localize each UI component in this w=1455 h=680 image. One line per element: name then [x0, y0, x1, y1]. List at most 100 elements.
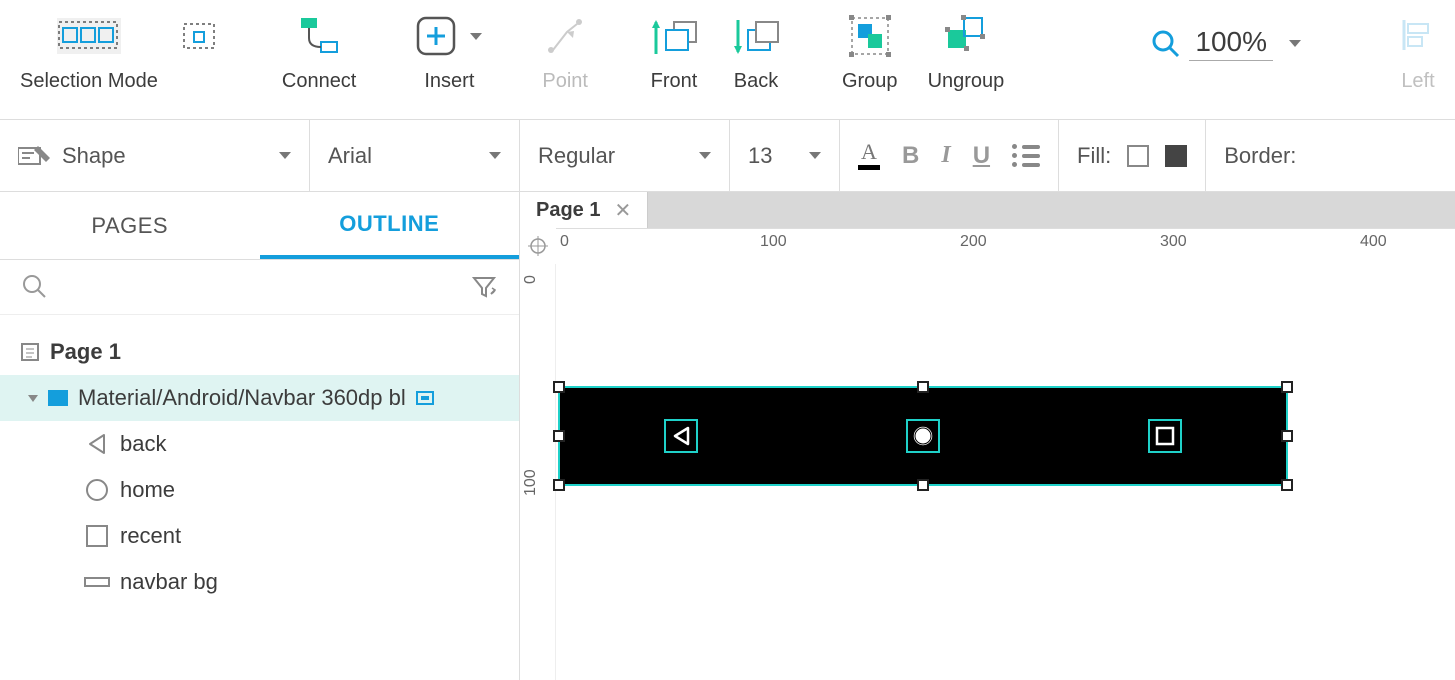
close-icon[interactable]: ✕: [614, 198, 631, 223]
chevron-down-icon: [809, 152, 821, 159]
insert-icon: [416, 16, 456, 56]
resize-handle[interactable]: [553, 381, 565, 393]
outline-recent-label: recent: [120, 523, 181, 549]
selection-mode-button[interactable]: Selection Mode: [20, 8, 158, 93]
back-label: Back: [734, 70, 778, 93]
shape-dropdown[interactable]: Shape: [0, 120, 310, 191]
resize-handle[interactable]: [553, 479, 565, 491]
resize-handle[interactable]: [1281, 479, 1293, 491]
outline-back-label: back: [120, 431, 166, 457]
outline-navbarbg-row[interactable]: navbar bg: [0, 559, 519, 605]
back-icon: [730, 14, 782, 58]
collapse-icon[interactable]: [28, 395, 38, 402]
selection-single-button[interactable]: [178, 8, 222, 93]
resize-handle[interactable]: [1281, 381, 1293, 393]
front-icon: [648, 14, 700, 58]
canvas-tab[interactable]: Page 1 ✕: [520, 192, 648, 228]
navbar-component[interactable]: [560, 388, 1286, 484]
fill-none-swatch[interactable]: [1127, 145, 1149, 167]
outline-component-row[interactable]: Material/Android/Navbar 360dp bl: [0, 375, 519, 421]
list-button[interactable]: [1012, 144, 1040, 167]
group-icon: [848, 14, 892, 58]
canvas-stage[interactable]: [556, 264, 1455, 680]
group-label: Group: [842, 70, 898, 93]
outline-component-label: Material/Android/Navbar 360dp bl: [78, 385, 406, 411]
outline-tab[interactable]: OUTLINE: [260, 192, 520, 259]
outline-back-row[interactable]: back: [0, 421, 519, 467]
point-button: Point: [542, 8, 588, 93]
connect-label: Connect: [282, 70, 357, 93]
front-button[interactable]: Front: [648, 8, 700, 93]
border-group: Border:: [1206, 120, 1314, 191]
border-label: Border:: [1224, 143, 1296, 169]
canvas-area: Page 1 ✕ 0 100 200 300 400 0 100: [520, 192, 1455, 680]
navbar-back-icon[interactable]: [666, 421, 696, 451]
outline-tree: Page 1 Material/Android/Navbar 360dp bl …: [0, 315, 519, 619]
folder-icon: [48, 390, 68, 406]
outline-page-row[interactable]: Page 1: [0, 329, 519, 375]
chevron-down-icon: [699, 152, 711, 159]
ungroup-icon: [942, 14, 990, 58]
ruler-v-tick: 100: [522, 469, 540, 496]
filter-icon[interactable]: [471, 274, 497, 300]
align-left-icon: [1401, 18, 1435, 52]
outline-recent-row[interactable]: recent: [0, 513, 519, 559]
front-label: Front: [651, 70, 698, 93]
canvas-tabbar: Page 1 ✕: [520, 192, 1455, 228]
chevron-down-icon: [279, 152, 291, 159]
ungroup-label: Ungroup: [928, 70, 1005, 93]
insert-label: Insert: [424, 70, 474, 93]
bold-button[interactable]: B: [902, 142, 919, 170]
weight-dropdown[interactable]: Regular: [520, 120, 730, 191]
point-icon: [543, 14, 587, 58]
italic-button[interactable]: I: [941, 142, 950, 169]
align-left-label: Left: [1401, 70, 1434, 93]
side-panel: PAGES OUTLINE Page 1 Material/Android/Na…: [0, 192, 520, 680]
ruler-origin-icon[interactable]: [520, 228, 556, 264]
back-button[interactable]: Back: [730, 8, 782, 93]
navbar-recent-icon[interactable]: [1150, 421, 1180, 451]
chevron-down-icon: [489, 152, 501, 159]
main-toolbar: Selection Mode Connect: [0, 0, 1455, 120]
navbar-home-icon[interactable]: [908, 421, 938, 451]
resize-handle[interactable]: [917, 381, 929, 393]
ruler-v-tick: 0: [522, 275, 540, 284]
ruler-h-tick: 300: [1160, 233, 1187, 251]
zoom-value[interactable]: 100%: [1189, 26, 1273, 61]
property-bar: Shape Arial Regular 13 A B I U Fill: Bor…: [0, 120, 1455, 192]
canvas-tab-label: Page 1: [536, 199, 600, 222]
circle-home-icon: [84, 477, 110, 503]
pages-tab[interactable]: PAGES: [0, 192, 260, 259]
size-label: 13: [748, 143, 772, 169]
horizontal-ruler[interactable]: 0 100 200 300 400: [556, 228, 1455, 264]
resize-handle[interactable]: [553, 430, 565, 442]
outline-home-label: home: [120, 477, 175, 503]
text-style-group: A B I U: [840, 120, 1059, 191]
ruler-h-tick: 400: [1360, 233, 1387, 251]
search-icon[interactable]: [22, 274, 48, 300]
zoom-caret-icon[interactable]: [1289, 40, 1301, 47]
ungroup-button[interactable]: Ungroup: [928, 8, 1005, 93]
align-left-button[interactable]: Left: [1401, 18, 1435, 93]
zoom-control[interactable]: 100%: [1151, 26, 1301, 61]
vertical-ruler[interactable]: 0 100: [520, 264, 556, 680]
font-dropdown[interactable]: Arial: [310, 120, 520, 191]
insert-button[interactable]: Insert: [416, 8, 482, 93]
resize-handle[interactable]: [917, 479, 929, 491]
text-color-button[interactable]: A: [858, 141, 880, 170]
resize-handle[interactable]: [1281, 430, 1293, 442]
underline-button[interactable]: U: [973, 142, 990, 170]
size-dropdown[interactable]: 13: [730, 120, 840, 191]
group-button[interactable]: Group: [842, 8, 898, 93]
triangle-back-icon: [84, 431, 110, 457]
outline-navbarbg-label: navbar bg: [120, 569, 218, 595]
font-label: Arial: [328, 143, 372, 169]
point-label: Point: [542, 70, 588, 93]
outline-page-label: Page 1: [50, 339, 121, 365]
shape-edit-icon: [18, 144, 52, 168]
fill-color-swatch[interactable]: [1165, 145, 1187, 167]
outline-home-row[interactable]: home: [0, 467, 519, 513]
insert-caret-icon: [470, 33, 482, 40]
connect-button[interactable]: Connect: [282, 8, 357, 93]
fill-group: Fill:: [1059, 120, 1206, 191]
